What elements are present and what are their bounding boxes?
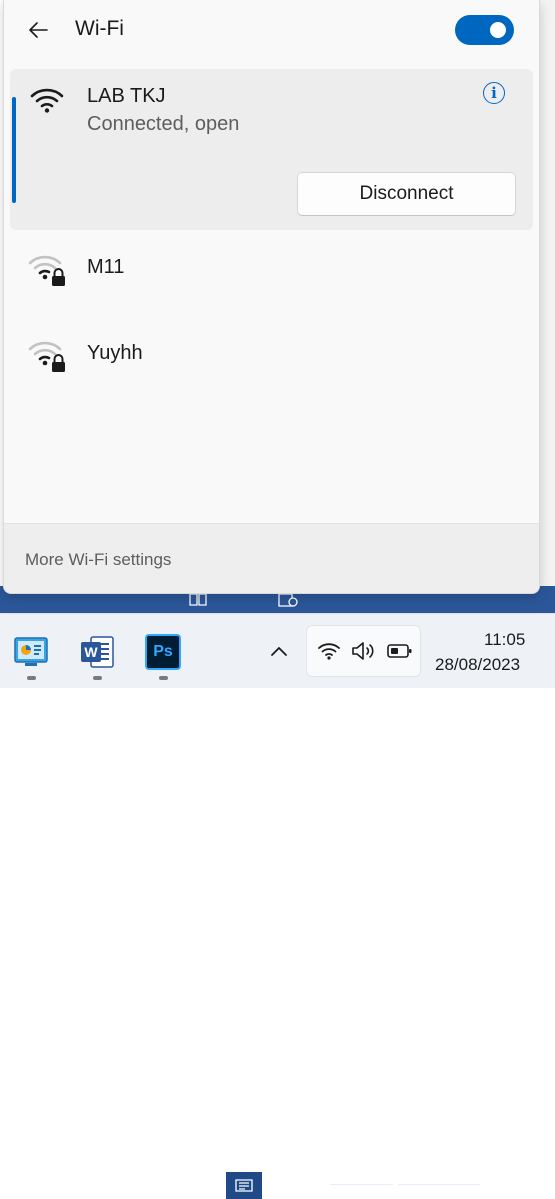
taskbar: W Ps 11:05 28/08/2023 [0, 613, 555, 688]
page-title: Wi-Fi [75, 17, 124, 40]
running-indicator [27, 676, 36, 680]
toggle-knob [490, 22, 506, 38]
disconnect-button[interactable]: Disconnect [297, 172, 516, 216]
flyout-header: Wi-Fi [4, 0, 539, 60]
flyout-footer: More Wi-Fi settings [4, 523, 539, 593]
photoshop-label: Ps [153, 643, 173, 660]
volume-icon [352, 642, 374, 660]
network-item[interactable]: M11 [10, 236, 533, 300]
zoom-slider-track[interactable] [330, 1184, 480, 1185]
network-name: LAB TKJ [87, 85, 166, 107]
zoom-percent[interactable]: 84% [518, 1176, 546, 1192]
word-letter: W [84, 644, 98, 660]
more-wifi-settings-link[interactable]: More Wi-Fi settings [25, 550, 171, 570]
photoshop-app-icon[interactable]: Ps [145, 634, 181, 670]
network-item-connected[interactable]: LAB TKJ Connected, open i Disconnect [10, 69, 533, 230]
wifi-secured-icon [28, 341, 65, 372]
network-name: Yuyhh [87, 342, 143, 364]
show-hidden-icons-chevron-up-icon[interactable] [266, 642, 292, 662]
running-indicator [93, 676, 102, 680]
wifi-secured-icon [28, 255, 65, 286]
back-button[interactable] [24, 16, 52, 44]
quick-settings-tray[interactable] [306, 625, 421, 677]
print-layout-button[interactable] [226, 1172, 262, 1199]
wifi-toggle[interactable] [455, 15, 514, 45]
clock-time[interactable]: 11:05 [484, 630, 525, 650]
zoom-out-button[interactable]: − [316, 1175, 326, 1192]
wifi-icon [318, 643, 340, 660]
battery-icon [387, 644, 412, 658]
wifi-signal-icon [30, 88, 64, 113]
network-properties-info-icon[interactable]: i [483, 82, 505, 104]
network-item[interactable]: Yuyhh [10, 322, 533, 386]
clock-date[interactable]: 28/08/2023 [435, 655, 520, 675]
wifi-flyout: Wi-Fi LAB TKJ Connected, open i Disconne… [3, 0, 540, 594]
zoom-in-button[interactable]: + [487, 1174, 498, 1193]
zoom-slider-thumb[interactable] [393, 1178, 398, 1191]
control-panel-app-icon[interactable] [13, 634, 49, 670]
network-name: M11 [87, 256, 125, 278]
network-status: Connected, open [87, 113, 240, 135]
back-arrow-icon [29, 22, 48, 38]
running-indicator [159, 676, 168, 680]
word-app-icon[interactable]: W [79, 634, 115, 670]
read-mode-icon[interactable] [189, 593, 207, 606]
selection-indicator [12, 97, 16, 203]
web-layout-icon[interactable] [278, 593, 298, 607]
